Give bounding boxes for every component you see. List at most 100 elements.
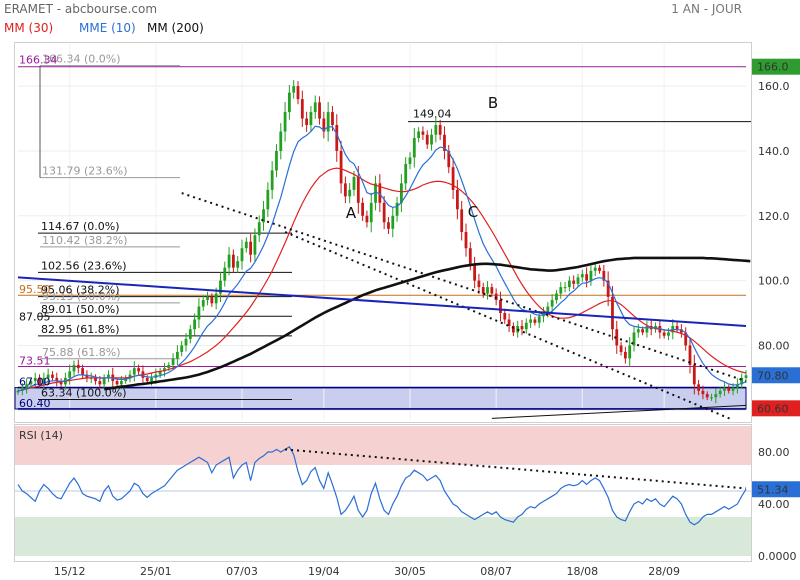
candle-body [339, 150, 343, 184]
left-price-label: 67.00 [19, 376, 51, 389]
candle-body [481, 287, 485, 294]
candle-body [356, 176, 360, 203]
candle-body [697, 384, 701, 391]
candle-body [611, 296, 614, 330]
candle-body [636, 329, 640, 333]
candle-body [593, 267, 597, 271]
ma30-line [17, 167, 747, 392]
candle-body [714, 394, 718, 398]
candle-body [701, 390, 705, 395]
price-badge-label: 70.80 [757, 369, 789, 382]
candle-body [279, 131, 283, 151]
x-tick-label: 25/01 [140, 565, 172, 578]
candle-body [425, 134, 429, 145]
legend-ma30: MM (30) [4, 21, 53, 35]
fib-mid-label: 102.56 (23.6%) [41, 259, 127, 272]
candle-body [460, 209, 464, 232]
candle-body [585, 274, 589, 281]
candle-body [76, 364, 80, 369]
candle-body [710, 397, 713, 399]
candle-body [589, 270, 593, 281]
candle-body [292, 86, 296, 93]
candle-body [537, 316, 541, 323]
legend-ma200: MM (200) [147, 21, 204, 35]
candle-body [417, 131, 421, 138]
candle-body [434, 125, 438, 135]
candle-body [628, 345, 632, 359]
candle-body [348, 189, 352, 197]
candle-body [300, 99, 304, 119]
candle-body [253, 235, 257, 255]
candle-body [270, 170, 274, 190]
candle-body [662, 332, 666, 336]
left-price-label: 166.34 [19, 54, 58, 67]
candle-body [188, 329, 192, 339]
x-tick-label: 19/04 [308, 565, 340, 578]
trendline [17, 276, 747, 327]
candle-body [705, 394, 709, 398]
wave-label: B [488, 94, 498, 112]
candle-body [175, 351, 179, 359]
candle-body [645, 326, 649, 333]
chart-title: ERAMET - abcbourse.com [4, 2, 157, 16]
fib-left-label: 75.88 (61.8%) [42, 346, 121, 359]
candle-body [210, 296, 214, 304]
candle-body [145, 377, 149, 382]
candle-body [223, 267, 227, 281]
candle-body [421, 131, 425, 135]
stock-chart: ERAMET - abcbourse.com 1 AN - JOUR MM (3… [4, 2, 800, 578]
candle-body [335, 125, 339, 151]
fib-mid-label: 114.67 (0.0%) [41, 220, 120, 233]
rsi-y-tick: 80.00 [758, 446, 790, 459]
candle-body [81, 368, 85, 375]
candle-body [529, 319, 533, 323]
candle-body [576, 277, 580, 284]
x-tick-label: 07/03 [226, 565, 258, 578]
candle-body [137, 368, 141, 372]
fib-mid-label: 63.34 (100.0%) [41, 386, 127, 399]
candle-body [150, 377, 153, 382]
candle-body [563, 287, 567, 289]
candle-body [119, 381, 123, 385]
candle-body [240, 248, 244, 262]
candle-body [464, 232, 468, 249]
candle-body [520, 326, 524, 330]
price-y-tick: 140.0 [758, 145, 790, 158]
candle-body [352, 176, 356, 190]
candle-body [206, 296, 209, 301]
fib-mid-label: 95.06 (38.2%) [41, 284, 120, 297]
rsi-overbought-zone [15, 426, 751, 465]
left-price-label: 87.05 [19, 311, 51, 324]
candle-body [197, 306, 201, 320]
left-price-label: 95.50 [19, 283, 51, 296]
x-tick-label: 30/05 [394, 565, 426, 578]
candle-body [214, 293, 218, 304]
candle-body [98, 381, 102, 385]
x-tick-label: 15/12 [54, 565, 86, 578]
candle-body [102, 377, 106, 385]
candle-body [667, 332, 670, 336]
candle-body [51, 374, 54, 378]
candle-body [490, 287, 494, 294]
chart-period: 1 AN - JOUR [671, 2, 742, 16]
candle-body [404, 163, 408, 184]
candle-body [559, 287, 563, 294]
candle-body [382, 202, 386, 223]
candle-body [438, 125, 442, 135]
candle-body [361, 202, 365, 216]
x-tick-label: 08/07 [480, 565, 512, 578]
candle-body [598, 267, 601, 271]
candle-body [567, 280, 571, 288]
top-marker-label: 149.04 [413, 108, 452, 121]
candle-body [167, 364, 171, 369]
candle-body [387, 222, 390, 229]
wave-label: A [346, 204, 357, 222]
candle-body [408, 157, 412, 164]
candle-body [731, 387, 735, 391]
rsi-y-tick: 40.00 [758, 498, 790, 511]
candle-body [399, 183, 403, 203]
candle-body [744, 375, 748, 378]
price-y-tick: 80.00 [758, 339, 790, 352]
candle-body [275, 150, 278, 171]
candle-body [623, 351, 627, 359]
